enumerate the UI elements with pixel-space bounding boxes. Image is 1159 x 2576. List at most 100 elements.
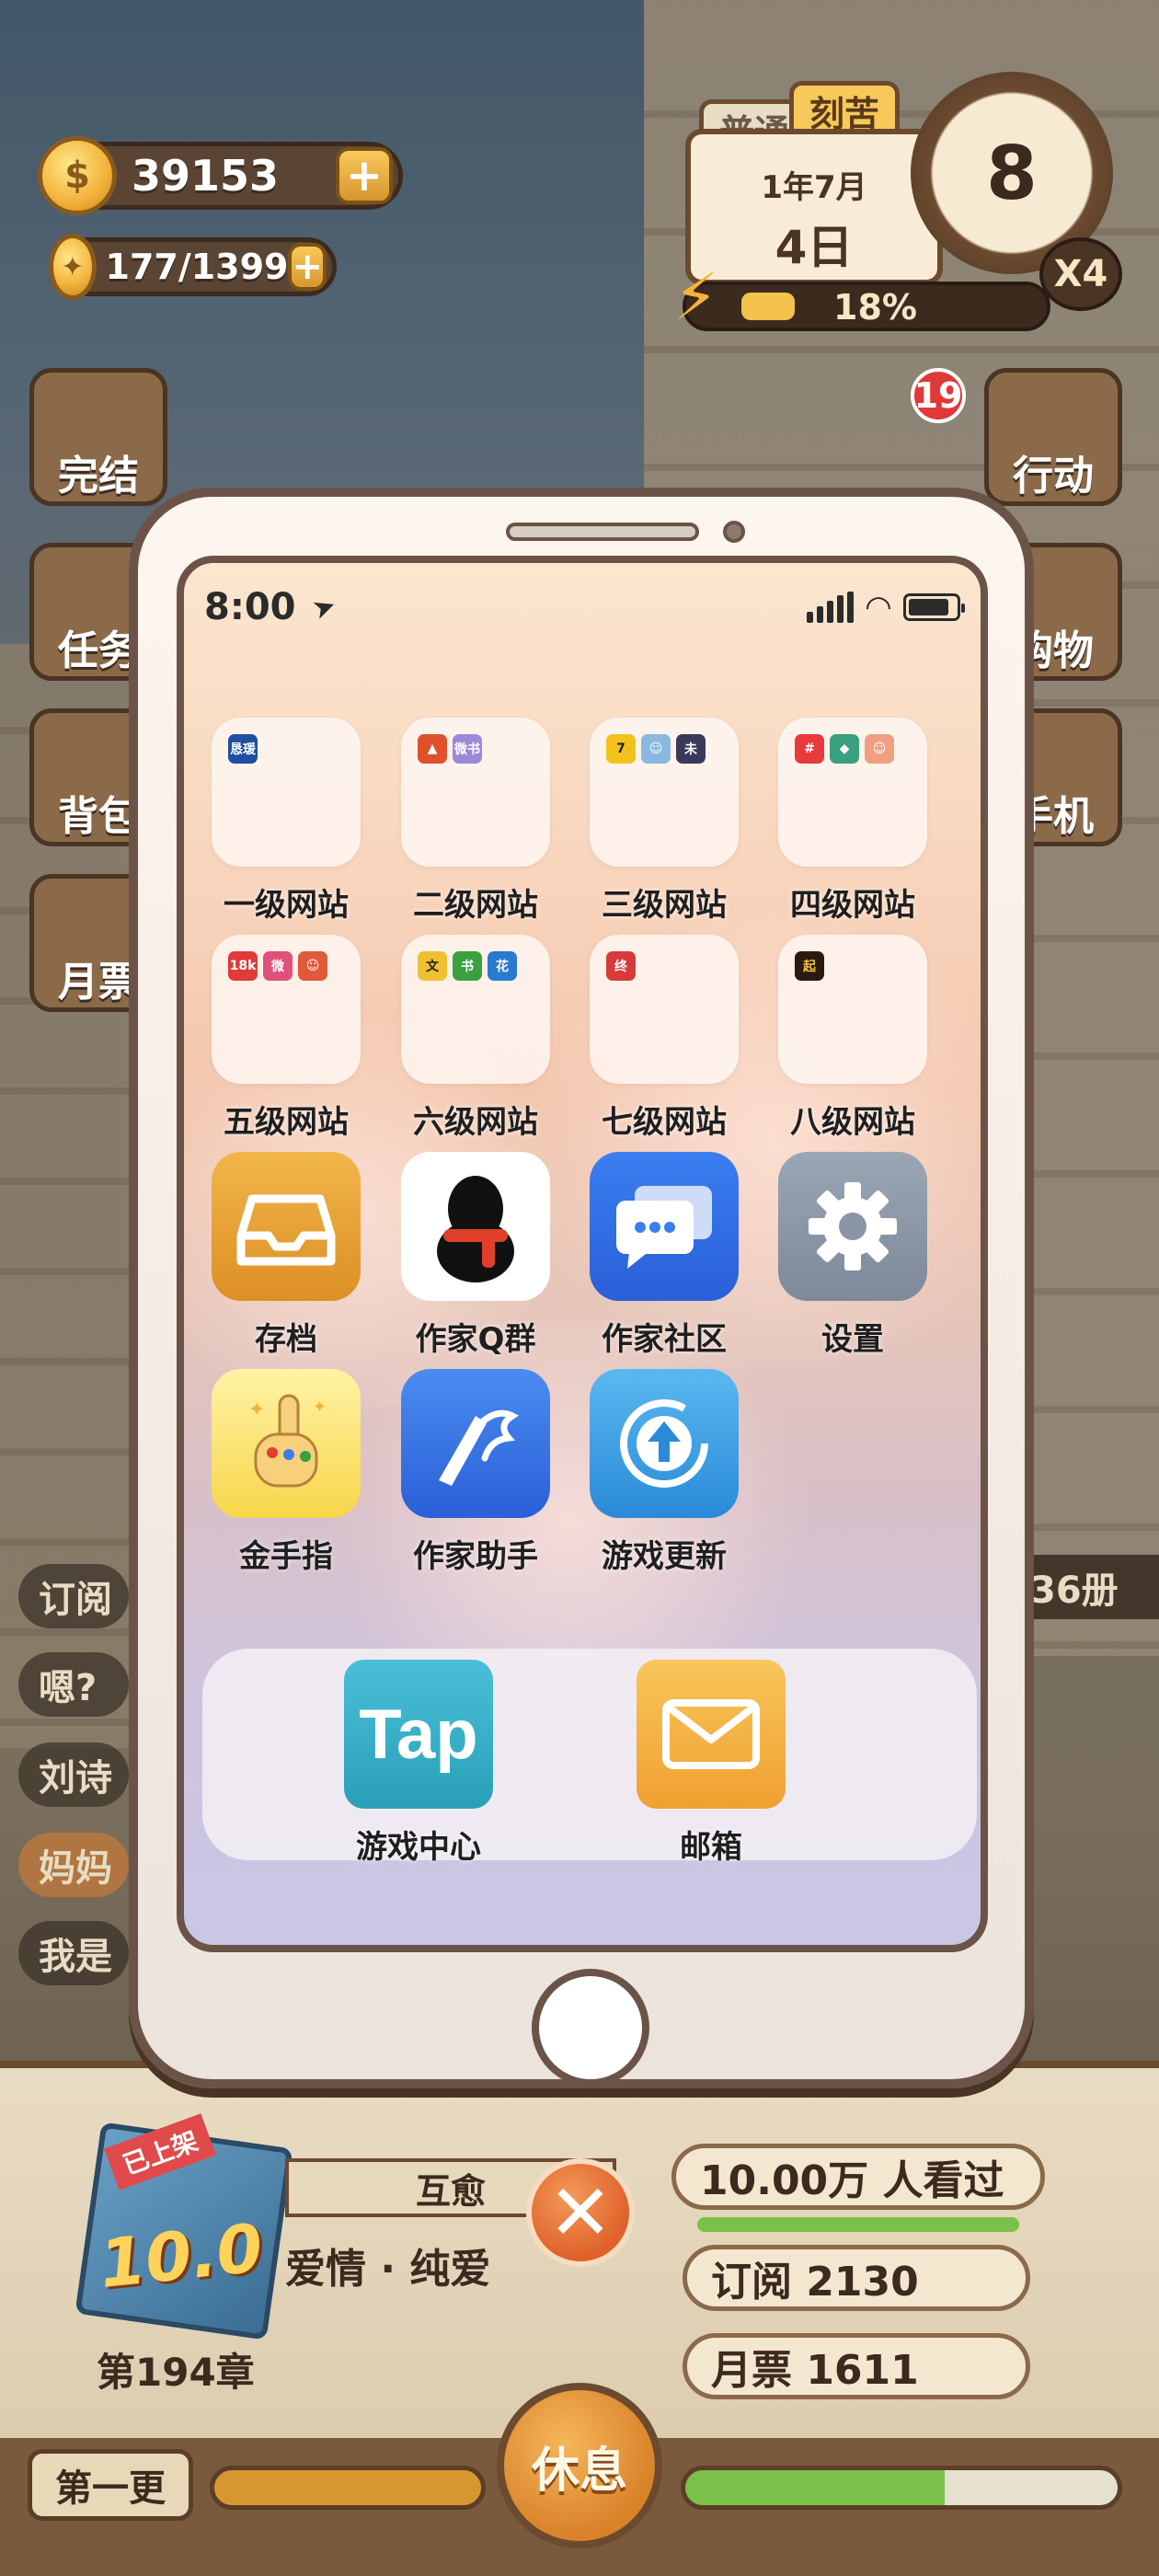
app-label: 五级网站 (224, 1104, 349, 1141)
chat-line[interactable]: 我是 (18, 1921, 129, 1985)
app-label: 游戏更新 (602, 1538, 727, 1575)
cellular-signal-icon (806, 592, 854, 623)
idea-value: 177/1399 (105, 247, 289, 287)
app-label: 存档 (255, 1321, 317, 1358)
rest-button[interactable]: 休息 (497, 2383, 662, 2548)
phone-device: 8:00 ➤ ◠ 恳瑗 一级网站 ▲ 微书 二级网站 7 ☺ 未 三级网站 # … (129, 488, 1034, 2088)
site-icon: 起 (795, 951, 824, 981)
add-ideas-button[interactable]: + (288, 243, 327, 291)
views-progress (697, 2217, 1019, 2232)
app-label: 二级网站 (413, 887, 538, 924)
current-month: 1年7月 (761, 169, 867, 206)
app-label: 八级网站 (790, 1104, 915, 1141)
site-icon: 文 (418, 951, 447, 981)
app-mailbox[interactable]: 邮箱 (633, 1660, 789, 1867)
svg-text:✦: ✦ (313, 1397, 327, 1417)
envelope-icon (637, 1660, 786, 1809)
wifi-icon: ◠ (866, 589, 890, 626)
novel-genre: 爱情 · 纯爱 (285, 2246, 491, 2293)
folder-tile: 终 (590, 935, 739, 1084)
app-writer-assistant[interactable]: 作家助手 (397, 1369, 554, 1576)
phone-camera (723, 521, 745, 543)
app-golden-finger[interactable]: ✦ ✦ 金手指 (208, 1369, 364, 1576)
coin-value: 39153 (132, 151, 280, 201)
coin-counter: $ 39153 + (38, 136, 403, 215)
current-day: 4日 (775, 221, 854, 274)
folder-level-1-sites[interactable]: 恳瑗 一级网站 (208, 718, 364, 925)
app-save[interactable]: 存档 (208, 1152, 364, 1359)
location-arrow-icon: ➤ (307, 588, 340, 627)
site-icon: 微 (263, 951, 293, 981)
site-icon: ☺ (865, 734, 894, 764)
tap-logo-icon: Tap (344, 1660, 493, 1809)
folder-tile: 18k 微 ☺ (212, 935, 361, 1084)
lightning-icon: ⚡ (673, 259, 719, 335)
speed-toggle-button[interactable]: X4 (1039, 237, 1122, 311)
folder-level-4-sites[interactable]: # ◆ ☺ 四级网站 (775, 718, 931, 925)
book-count: 36册 (1021, 1555, 1159, 1619)
app-game-update[interactable]: 游戏更新 (586, 1369, 742, 1576)
monthly-tickets-stat: 月票 1611 (683, 2333, 1030, 2399)
chapter-number: 第194章 (97, 2350, 255, 2395)
side-button-action[interactable]: 行动 (984, 368, 1122, 506)
app-settings[interactable]: 设置 (775, 1152, 931, 1359)
app-game-center[interactable]: Tap 游戏中心 (340, 1660, 497, 1867)
chat-line[interactable]: 订阅 (18, 1564, 129, 1628)
alarm-notification-badge: 19 (911, 368, 966, 423)
phone-dock (202, 1649, 977, 1860)
site-icon: ▲ (418, 734, 447, 764)
app-label: 四级网站 (790, 887, 915, 924)
app-label: 六级网站 (413, 1104, 538, 1141)
app-writer-qq-group[interactable]: 作家Q群 (397, 1152, 554, 1359)
app-label: 一级网站 (224, 887, 349, 924)
site-icon: ◆ (830, 734, 859, 764)
subscriptions-stat: 订阅 2130 (683, 2245, 1030, 2311)
folder-tile: 7 ☺ 未 (590, 718, 739, 867)
app-label: 游戏中心 (356, 1829, 481, 1866)
app-label: 三级网站 (602, 887, 727, 924)
upload-arrow-icon (590, 1369, 739, 1518)
energy-bar: 18% (683, 282, 1050, 331)
site-icon: 18k (228, 951, 258, 981)
home-button[interactable] (532, 1969, 649, 2087)
site-icon: ☺ (298, 951, 327, 981)
pen-nib-icon (401, 1369, 550, 1518)
site-icon: 终 (606, 951, 636, 981)
svg-text:✦: ✦ (248, 1398, 265, 1421)
close-phone-button[interactable]: ✕ (526, 2158, 635, 2267)
reading-progress-bar (681, 2466, 1122, 2510)
views-stat: 10.00万 人看过 (671, 2144, 1045, 2210)
site-icon: 微书 (453, 734, 482, 764)
folder-level-5-sites[interactable]: 18k 微 ☺ 五级网站 (208, 935, 364, 1142)
pointing-hand-icon: ✦ ✦ (212, 1369, 361, 1518)
chat-line[interactable]: 妈妈 (18, 1833, 129, 1897)
side-button-finish[interactable]: 完结 (29, 368, 167, 506)
folder-tile: 文 书 花 (401, 935, 550, 1084)
folder-level-6-sites[interactable]: 文 书 花 六级网站 (397, 935, 554, 1142)
app-label: 作家Q群 (415, 1321, 536, 1358)
coin-icon: $ (38, 136, 117, 215)
app-writer-community[interactable]: 作家社区 (586, 1152, 742, 1359)
folder-level-3-sites[interactable]: 7 ☺ 未 三级网站 (586, 718, 742, 925)
penguin-icon (401, 1152, 550, 1301)
phone-screen: 8:00 ➤ ◠ 恳瑗 一级网站 ▲ 微书 二级网站 7 ☺ 未 三级网站 # … (177, 556, 988, 1952)
app-label: 邮箱 (680, 1829, 742, 1866)
folder-tile: ▲ 微书 (401, 718, 550, 867)
chat-line[interactable]: 嗯? (18, 1652, 129, 1717)
first-update-button[interactable]: 第一更 (28, 2449, 193, 2521)
site-icon: # (795, 734, 824, 764)
writing-progress-bar (210, 2466, 486, 2510)
app-label: 作家助手 (413, 1538, 538, 1575)
folder-level-2-sites[interactable]: ▲ 微书 二级网站 (397, 718, 554, 925)
site-icon: 书 (453, 951, 482, 981)
chat-line[interactable]: 刘诗 (18, 1742, 129, 1807)
folder-tile: # ◆ ☺ (778, 718, 927, 867)
inbox-tray-icon (212, 1152, 361, 1301)
folder-tile: 恳瑗 (212, 718, 361, 867)
app-label: 七级网站 (602, 1104, 727, 1141)
folder-level-7-sites[interactable]: 终 七级网站 (586, 935, 742, 1142)
status-time: 8:00 (204, 586, 296, 628)
status-bar: 8:00 ➤ ◠ (204, 580, 965, 635)
folder-level-8-sites[interactable]: 起 八级网站 (775, 935, 931, 1142)
add-coins-button[interactable]: + (336, 147, 393, 204)
